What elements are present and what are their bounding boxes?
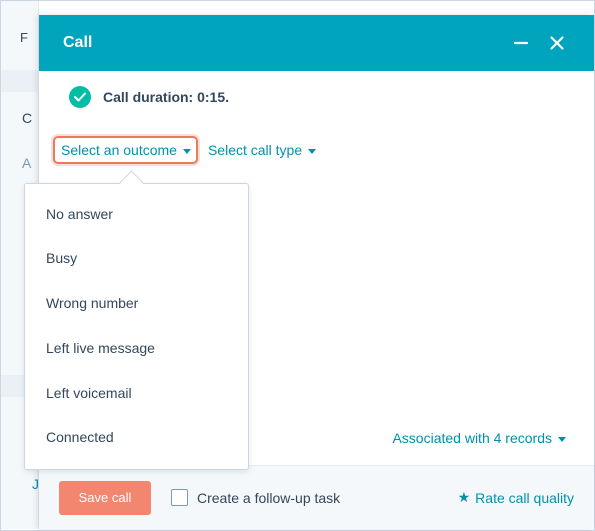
call-panel-header: Call: [39, 15, 594, 71]
call-duration-text: Call duration: 0:15.: [103, 89, 230, 105]
menu-item-left-live-message[interactable]: Left live message: [46, 340, 155, 356]
follow-up-task-checkbox[interactable]: [171, 489, 188, 506]
panel-title: Call: [63, 34, 93, 51]
caret-down-icon: [558, 436, 566, 442]
menu-item-wrong-number[interactable]: Wrong number: [46, 295, 138, 311]
background-text: C: [22, 110, 33, 126]
close-icon[interactable]: [544, 30, 570, 56]
caret-down-icon: [182, 148, 191, 154]
call-panel-footer: Save call Create a follow-up task ★ Rate…: [39, 465, 594, 529]
star-icon: ★: [457, 489, 471, 505]
select-call-type-label: Select call type: [207, 142, 303, 158]
associated-records-label: Associated with 4 records: [392, 430, 552, 446]
background-text: F: [20, 30, 28, 45]
check-circle-icon: [69, 86, 91, 108]
menu-item-busy[interactable]: Busy: [46, 250, 77, 266]
caret-down-icon: [308, 148, 317, 154]
menu-item-no-answer[interactable]: No answer: [46, 206, 113, 222]
call-duration: Call duration: 0:15.: [69, 86, 229, 108]
select-outcome-label: Select an outcome: [61, 142, 177, 158]
call-selectors: Select an outcome Select call type: [53, 136, 317, 164]
associated-records-dropdown[interactable]: Associated with 4 records: [392, 430, 566, 446]
menu-item-connected[interactable]: Connected: [46, 429, 114, 445]
menu-item-left-voicemail[interactable]: Left voicemail: [46, 385, 132, 401]
select-call-type-dropdown[interactable]: Select call type: [207, 142, 317, 158]
save-call-button[interactable]: Save call: [59, 480, 151, 515]
follow-up-task-option[interactable]: Create a follow-up task: [171, 489, 340, 506]
follow-up-task-label: Create a follow-up task: [197, 489, 341, 506]
minus-icon[interactable]: [508, 30, 534, 56]
rate-call-quality-link[interactable]: ★ Rate call quality: [458, 489, 574, 506]
background-link[interactable]: J: [32, 476, 39, 492]
outcome-dropdown-menu: No answer Busy Wrong number Left live me…: [24, 183, 249, 470]
select-outcome-dropdown[interactable]: Select an outcome: [53, 136, 198, 164]
background-strip: [1, 70, 39, 92]
background-text: A: [22, 155, 32, 171]
rate-call-quality-label: Rate call quality: [475, 489, 574, 506]
